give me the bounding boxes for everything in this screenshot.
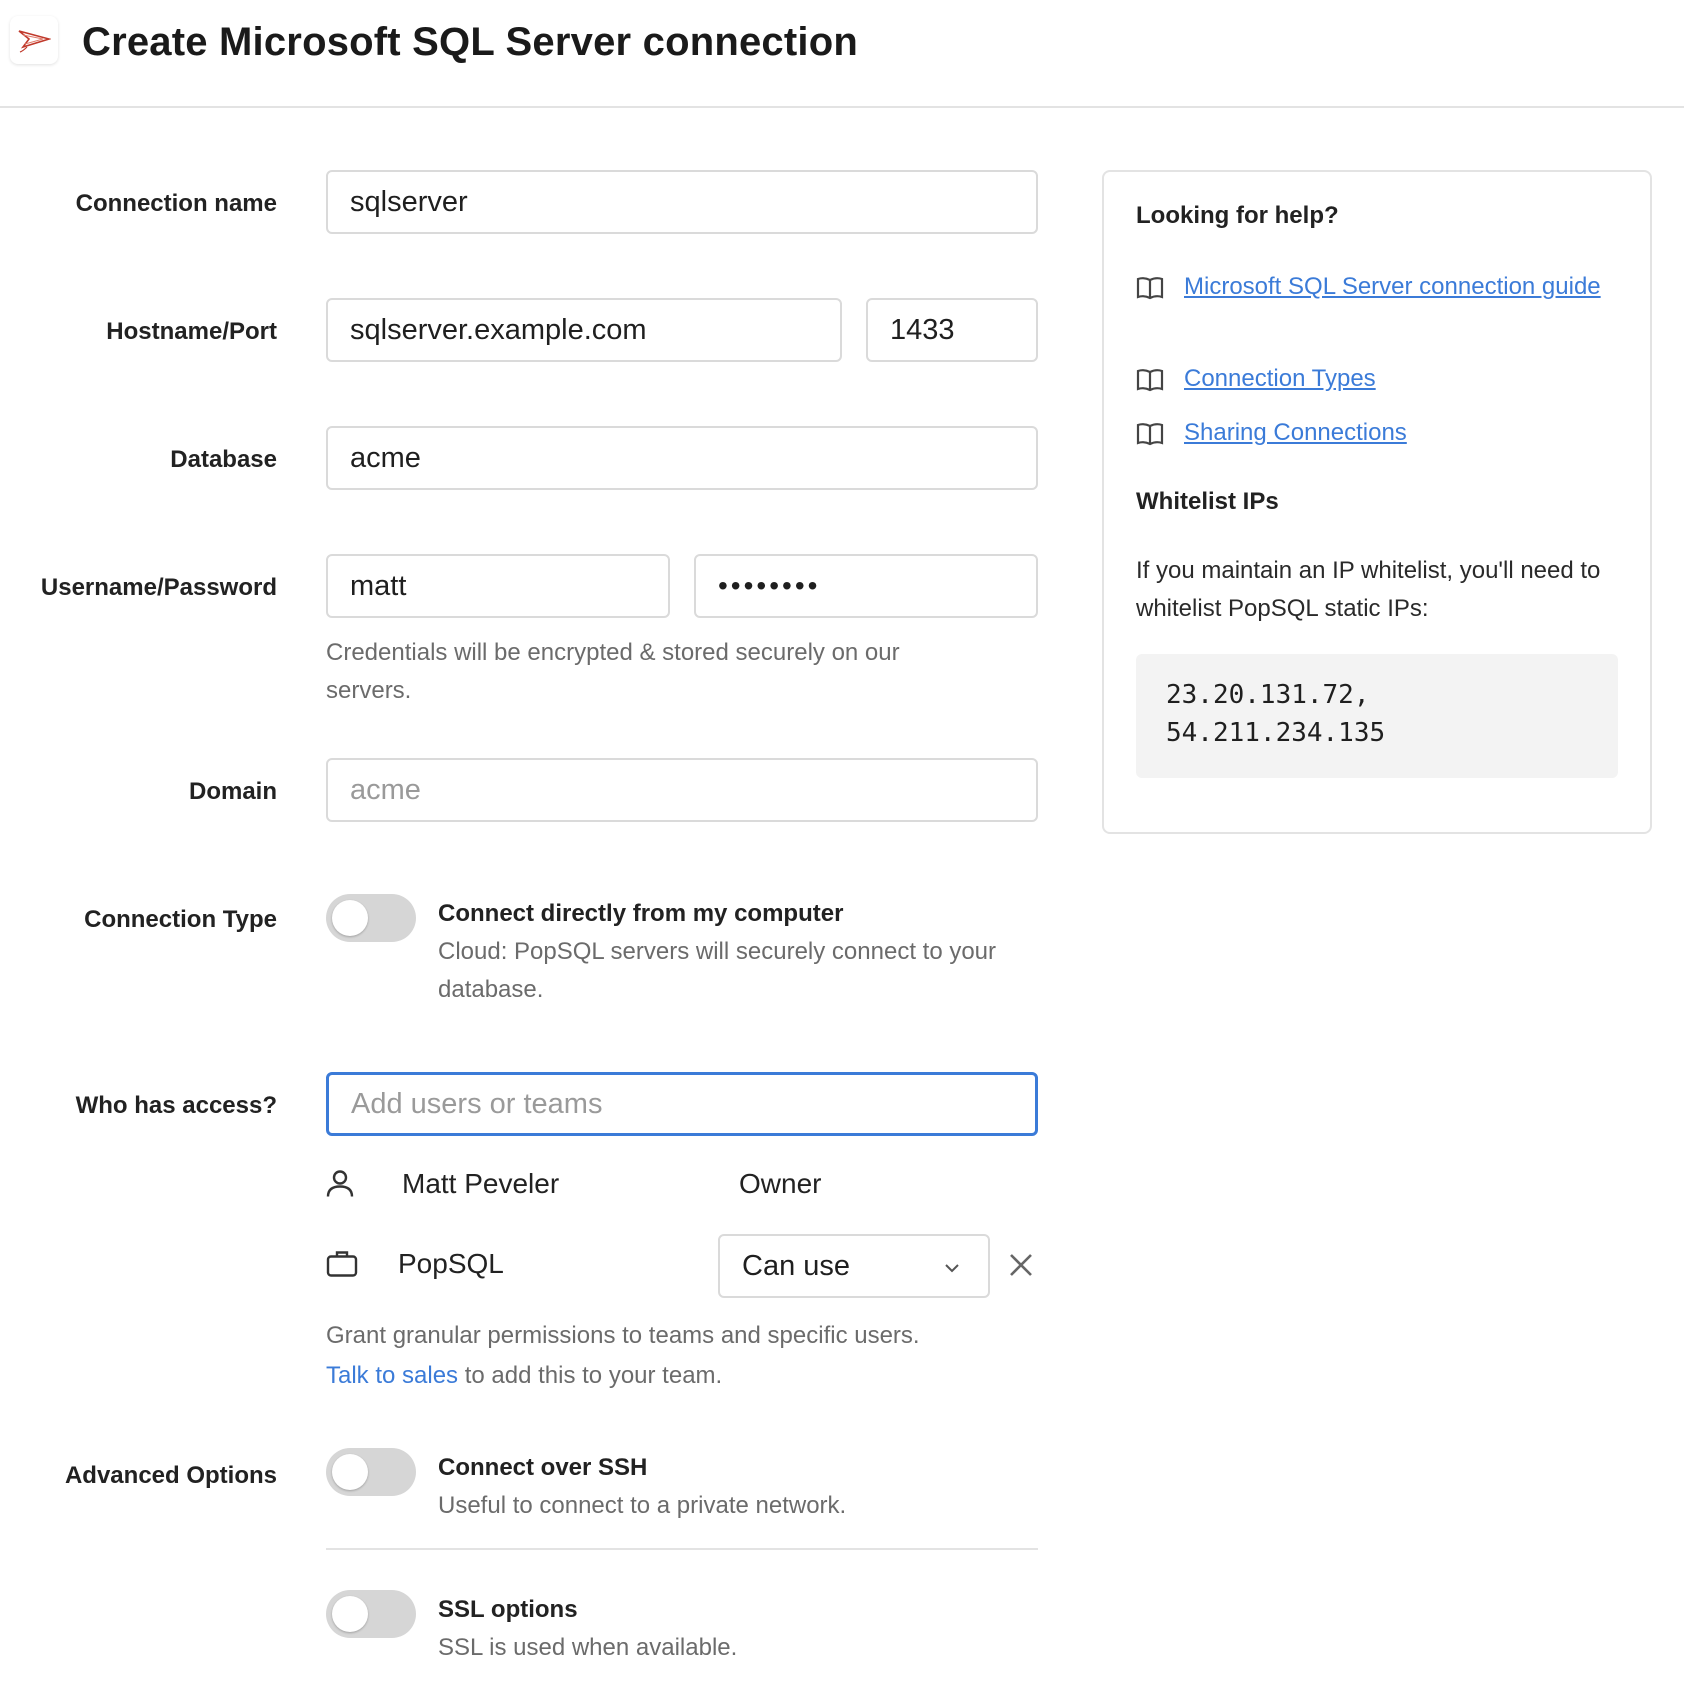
help-link-guide[interactable]: Microsoft SQL Server connection guide — [1136, 268, 1626, 348]
connection-name-label: Connection name — [75, 190, 277, 217]
access-entry-team: PopSQL Can use — [326, 1234, 1038, 1298]
page-header: Create Microsoft SQL Server connection — [0, 0, 1684, 108]
username-password-label: Username/Password — [40, 574, 277, 601]
connection-type-toggle[interactable] — [326, 894, 416, 942]
briefcase-icon — [326, 1250, 358, 1283]
permission-value: Can use — [742, 1250, 851, 1282]
access-hint: Grant granular permissions to teams and … — [326, 1316, 1038, 1396]
password-input[interactable] — [694, 554, 1038, 618]
sql-server-logo-mark — [18, 30, 51, 53]
help-panel: Looking for help? Microsoft SQL Server c… — [1102, 170, 1652, 834]
sql-server-logo — [10, 16, 58, 64]
book-icon — [1136, 368, 1164, 397]
ip-address: 54.211.234.135 — [1166, 718, 1386, 748]
permission-select[interactable]: Can use — [718, 1234, 990, 1298]
advanced-divider — [326, 1548, 1038, 1550]
connection-type-label: Connection Type — [84, 906, 277, 933]
access-hint-suffix: to add this to your team. — [458, 1362, 723, 1389]
domain-label: Domain — [188, 778, 277, 805]
hostname-port-label: Hostname/Port — [106, 318, 277, 345]
hostname-input[interactable] — [326, 298, 842, 362]
advanced-options-label: Advanced Options — [64, 1462, 277, 1489]
connection-name-input[interactable] — [326, 170, 1038, 234]
ssl-desc: SSL is used when available. — [438, 1634, 738, 1661]
access-hint-text: Grant granular permissions to teams and … — [326, 1322, 920, 1349]
access-label: Who has access? — [75, 1092, 277, 1119]
toggle-knob — [332, 900, 368, 936]
ssl-toggle[interactable] — [326, 1590, 416, 1638]
talk-to-sales-link[interactable]: Talk to sales — [326, 1362, 458, 1389]
database-label: Database — [170, 446, 277, 473]
connection-type-desc: Cloud: PopSQL servers will securely conn… — [438, 938, 997, 1003]
help-link-connection-types[interactable]: Connection Types — [1136, 360, 1626, 400]
ip-list: 23.20.131.72, 54.211.234.135 — [1136, 654, 1618, 778]
toggle-knob — [332, 1596, 368, 1632]
whitelist-title: Whitelist IPs — [1136, 488, 1279, 515]
access-entry-role: Owner — [739, 1168, 822, 1199]
access-entry-owner: Matt Peveler Owner — [326, 1154, 1038, 1218]
database-input[interactable] — [326, 426, 1038, 490]
ssh-desc: Useful to connect to a private network. — [438, 1492, 847, 1519]
ssh-toggle[interactable] — [326, 1448, 416, 1496]
add-users-input[interactable] — [326, 1072, 1038, 1136]
book-icon — [1136, 422, 1164, 451]
port-input[interactable] — [866, 298, 1038, 362]
toggle-knob — [332, 1454, 368, 1490]
access-entry-name: PopSQL — [398, 1248, 504, 1279]
close-icon[interactable] — [1008, 1252, 1034, 1283]
ssl-title: SSL options — [438, 1596, 578, 1623]
chevron-down-icon — [944, 1261, 960, 1279]
username-input[interactable] — [326, 554, 670, 618]
ssh-title: Connect over SSH — [438, 1454, 648, 1481]
help-link-label[interactable]: Sharing Connections — [1184, 414, 1624, 452]
book-icon — [1136, 276, 1164, 305]
access-entry-name: Matt Peveler — [402, 1168, 560, 1199]
help-link-sharing[interactable]: Sharing Connections — [1136, 414, 1626, 454]
whitelist-desc: If you maintain an IP whitelist, you'll … — [1136, 557, 1601, 622]
page-title: Create Microsoft SQL Server connection — [82, 20, 858, 64]
help-link-label[interactable]: Microsoft SQL Server connection guide — [1184, 268, 1624, 306]
ip-address: 23.20.131.72, — [1166, 680, 1370, 710]
help-title: Looking for help? — [1136, 202, 1339, 229]
help-link-label[interactable]: Connection Types — [1184, 360, 1624, 398]
credentials-hint: Credentials will be encrypted & stored s… — [326, 639, 900, 704]
domain-input[interactable] — [326, 758, 1038, 822]
connection-type-title: Connect directly from my computer — [438, 900, 844, 927]
user-icon — [326, 1169, 354, 1204]
